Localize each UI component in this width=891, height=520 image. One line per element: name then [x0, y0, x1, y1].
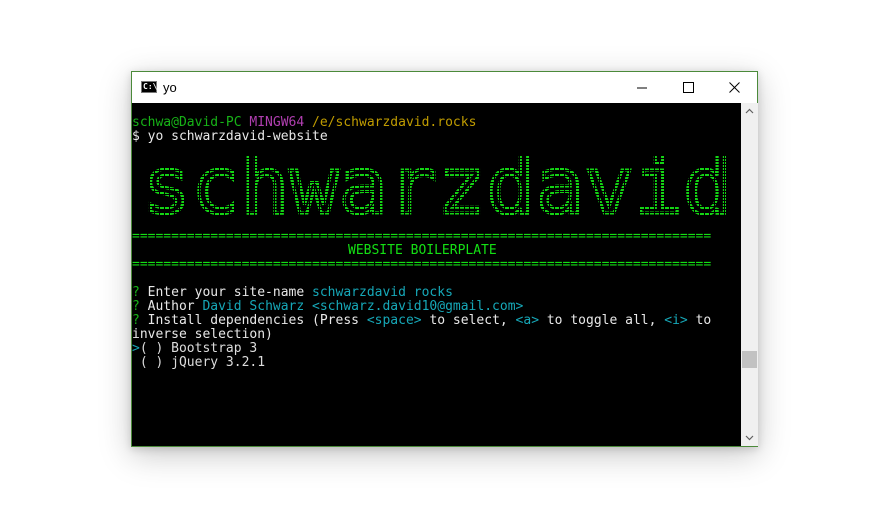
option-pointer: >: [132, 341, 140, 356]
prompt-user-host: schwa@David-PC: [132, 115, 242, 130]
hint-wrap: inverse selection): [132, 327, 273, 342]
option-checkbox[interactable]: ( ): [140, 341, 163, 356]
question-mark: ?: [132, 313, 140, 328]
console-icon-label: C:\: [143, 82, 158, 91]
close-icon: [729, 82, 740, 93]
scrollbar-thumb[interactable]: [742, 351, 757, 368]
banner-word: schwarzdavid: [142, 156, 732, 220]
banner-rule-top: ========================================…: [132, 229, 712, 244]
question-mark: ?: [132, 285, 140, 300]
hint-text: (Press: [312, 313, 367, 328]
hint-text: to toggle all,: [539, 313, 665, 328]
option-bootstrap[interactable]: >( ) Bootstrap 3: [132, 342, 257, 356]
key-a: <a>: [515, 313, 540, 328]
prompt-line: schwa@David-PC MINGW64 /e/schwarzdavid.r…: [132, 116, 476, 130]
command-line: $ yo schwarzdavid-website: [132, 129, 328, 144]
banner-subtitle: WEBSITE BOILERPLATE: [348, 243, 497, 258]
question-install: ? Install dependencies (Press <space> to…: [132, 314, 711, 328]
key-i: <i>: [664, 313, 688, 328]
hint-text: to: [687, 313, 712, 328]
question-author: ? Author David Schwarz <schwarz.david10@…: [132, 300, 523, 314]
hint-text: to select,: [421, 313, 516, 328]
scroll-down-button[interactable]: [741, 429, 758, 446]
question-label: Enter your site-name: [147, 285, 305, 300]
scroll-up-button[interactable]: [741, 103, 758, 120]
ascii-banner: schwarzdavid: [141, 156, 734, 220]
option-checkbox[interactable]: ( ): [140, 355, 163, 370]
question-label: Install dependencies: [147, 313, 305, 328]
terminal-window: C:\ yo schwa@David-PC MINGW64 /e/schwarz…: [131, 71, 758, 447]
console-output[interactable]: schwa@David-PC MINGW64 /e/schwarzdavid.r…: [132, 103, 741, 446]
close-button[interactable]: [711, 72, 757, 103]
question-answer: schwarzdavid rocks: [312, 285, 453, 300]
maximize-button[interactable]: [665, 72, 711, 103]
prompt-env: MINGW64: [249, 115, 305, 130]
question-answer: David Schwarz <schwarz.david10@gmail.com…: [202, 299, 524, 314]
key-space: <space>: [366, 313, 422, 328]
option-pointer: [132, 355, 140, 370]
question-site-name: ? Enter your site-name schwarzdavid rock…: [132, 286, 453, 300]
console-icon[interactable]: C:\: [141, 81, 157, 93]
vertical-scrollbar[interactable]: [741, 103, 758, 446]
title-bar[interactable]: C:\ yo: [132, 72, 757, 103]
option-label: jQuery 3.2.1: [171, 355, 266, 370]
option-label: Bootstrap 3: [171, 341, 258, 356]
option-jquery[interactable]: ( ) jQuery 3.2.1: [132, 356, 265, 370]
prompt-path: /e/schwarzdavid.rocks: [312, 115, 477, 130]
question-label: Author: [147, 299, 195, 314]
minimize-button[interactable]: [619, 72, 665, 103]
banner-rule-bottom: ========================================…: [132, 257, 712, 272]
maximize-icon: [683, 82, 694, 93]
minimize-icon: [637, 87, 647, 89]
chevron-down-icon: [745, 435, 754, 441]
question-mark: ?: [132, 299, 140, 314]
window-title: yo: [163, 80, 177, 95]
chevron-up-icon: [745, 108, 754, 114]
